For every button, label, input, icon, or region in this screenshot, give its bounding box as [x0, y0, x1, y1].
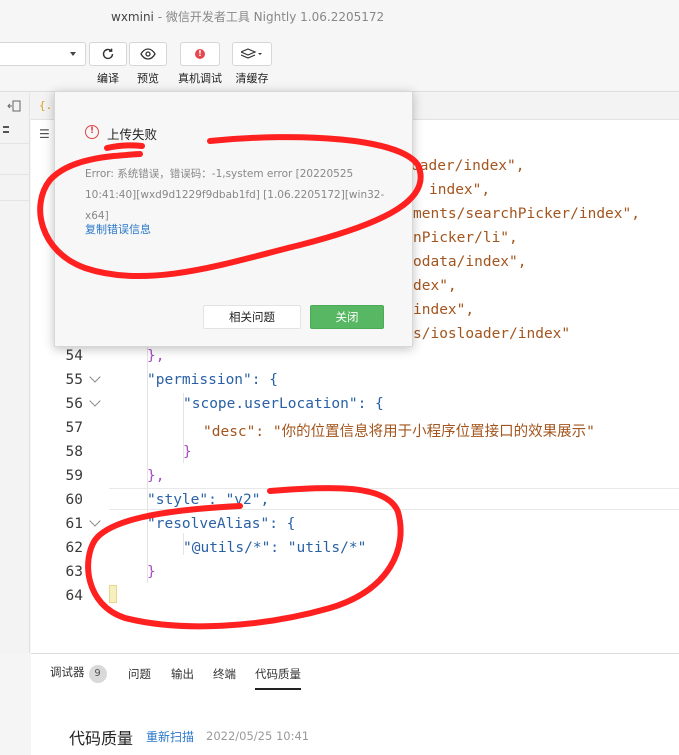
code-line: },	[147, 348, 165, 364]
code-fragment: ments/searchPicker/index",	[413, 206, 640, 222]
scan-timestamp: 2022/05/25 10:41	[206, 729, 310, 743]
compile-button[interactable]	[89, 42, 127, 66]
code-fragment: nPicker/li",	[413, 230, 518, 246]
close-button[interactable]: 关闭	[310, 305, 384, 329]
debugger-badge: 9	[88, 665, 107, 683]
related-issues-button[interactable]: 相关问题	[203, 305, 301, 329]
code-line: }	[147, 564, 156, 580]
chevron-down-icon	[70, 52, 76, 56]
remote-debug-button[interactable]: !	[180, 42, 220, 66]
code-fragment: odata/index",	[413, 254, 527, 270]
explorer-strip	[0, 93, 30, 653]
window-title: wxmini - 微信开发者工具 Nightly 1.06.2205172	[111, 10, 385, 24]
line-number: 55	[65, 372, 83, 388]
explorer-row[interactable]	[0, 120, 30, 144]
upload-failed-dialog: ! 上传失败 Error: 系统错误，错误码：-1,system error […	[54, 91, 413, 347]
text-cursor	[109, 585, 117, 603]
title-bar: wxmini - 微信开发者工具 Nightly 1.06.2205172	[0, 0, 679, 32]
outline-icon[interactable]: ☰	[39, 127, 50, 141]
clear-cache-button[interactable]	[232, 42, 272, 66]
code-line: "resolveAlias": {	[147, 516, 296, 532]
code-line: "@utils/*": "utils/*"	[183, 540, 367, 556]
clear-cache-label: 清缓存	[235, 72, 269, 85]
fold-chevron-icon[interactable]	[89, 515, 101, 527]
fold-chevron-icon[interactable]	[89, 395, 101, 407]
preview-label: 预览	[137, 72, 159, 85]
preview-button[interactable]	[129, 42, 167, 66]
line-number: 58	[65, 444, 83, 460]
error-icon: !	[85, 125, 99, 139]
code-fragment: oader/index",	[411, 158, 525, 174]
line-number: 64	[65, 588, 83, 604]
dialog-title: 上传失败	[107, 127, 158, 142]
line-number: 63	[65, 564, 83, 580]
fold-chevron-icon[interactable]	[89, 371, 101, 383]
error-message: Error: 系统错误，错误码：-1,system error [2022052…	[85, 168, 385, 222]
code-fragment: s/iosloader/index"	[413, 326, 571, 342]
line-number: 62	[65, 540, 83, 556]
tab-terminal[interactable]: 终端	[213, 666, 236, 682]
line-number: 57	[65, 420, 83, 436]
tab-debugger[interactable]: 调试器 9	[50, 664, 107, 683]
code-quality-heading: 代码质量	[69, 729, 134, 748]
layers-icon	[241, 48, 262, 59]
line-number: 60	[65, 492, 83, 508]
rescan-link[interactable]: 重新扫描	[146, 728, 194, 745]
line-number: 56	[65, 396, 83, 412]
code-line: "style": "v2",	[147, 492, 270, 508]
code-line: },	[147, 468, 165, 484]
tab-output[interactable]: 输出	[171, 666, 194, 682]
split-view-icon[interactable]	[7, 100, 21, 112]
bottom-panel: 调试器 9 问题 输出 终端 代码质量 代码质量 重新扫描 2022/05/25 …	[31, 653, 679, 755]
compile-label: 编译	[97, 72, 119, 85]
line-number: 59	[65, 468, 83, 484]
explorer-row[interactable]	[0, 151, 30, 175]
eye-icon	[140, 48, 156, 60]
line-number: 54	[65, 348, 83, 364]
code-line: "desc": "你的位置信息将用于小程序位置接口的效果展示"	[203, 424, 595, 440]
code-fragment: index",	[413, 302, 475, 318]
code-line: }	[183, 444, 192, 460]
copy-error-link[interactable]: 复制错误信息	[85, 221, 151, 237]
line-number: 61	[65, 516, 83, 532]
compile-mode-select[interactable]	[0, 42, 86, 66]
code-fragment: dex",	[413, 278, 457, 294]
refresh-icon	[102, 48, 114, 60]
code-fragment: index",	[429, 182, 491, 198]
code-line: "scope.userLocation": {	[183, 396, 384, 412]
remote-debug-label: 真机调试	[178, 72, 222, 85]
tab-problems[interactable]: 问题	[128, 666, 151, 682]
toolbar: 编译 预览 ! 真机调试 清缓存	[0, 32, 679, 92]
explorer-row[interactable]	[0, 177, 30, 201]
tab-code-quality[interactable]: 代码质量	[255, 666, 301, 690]
code-line: "permission": {	[147, 372, 278, 388]
record-icon: !	[195, 49, 205, 59]
